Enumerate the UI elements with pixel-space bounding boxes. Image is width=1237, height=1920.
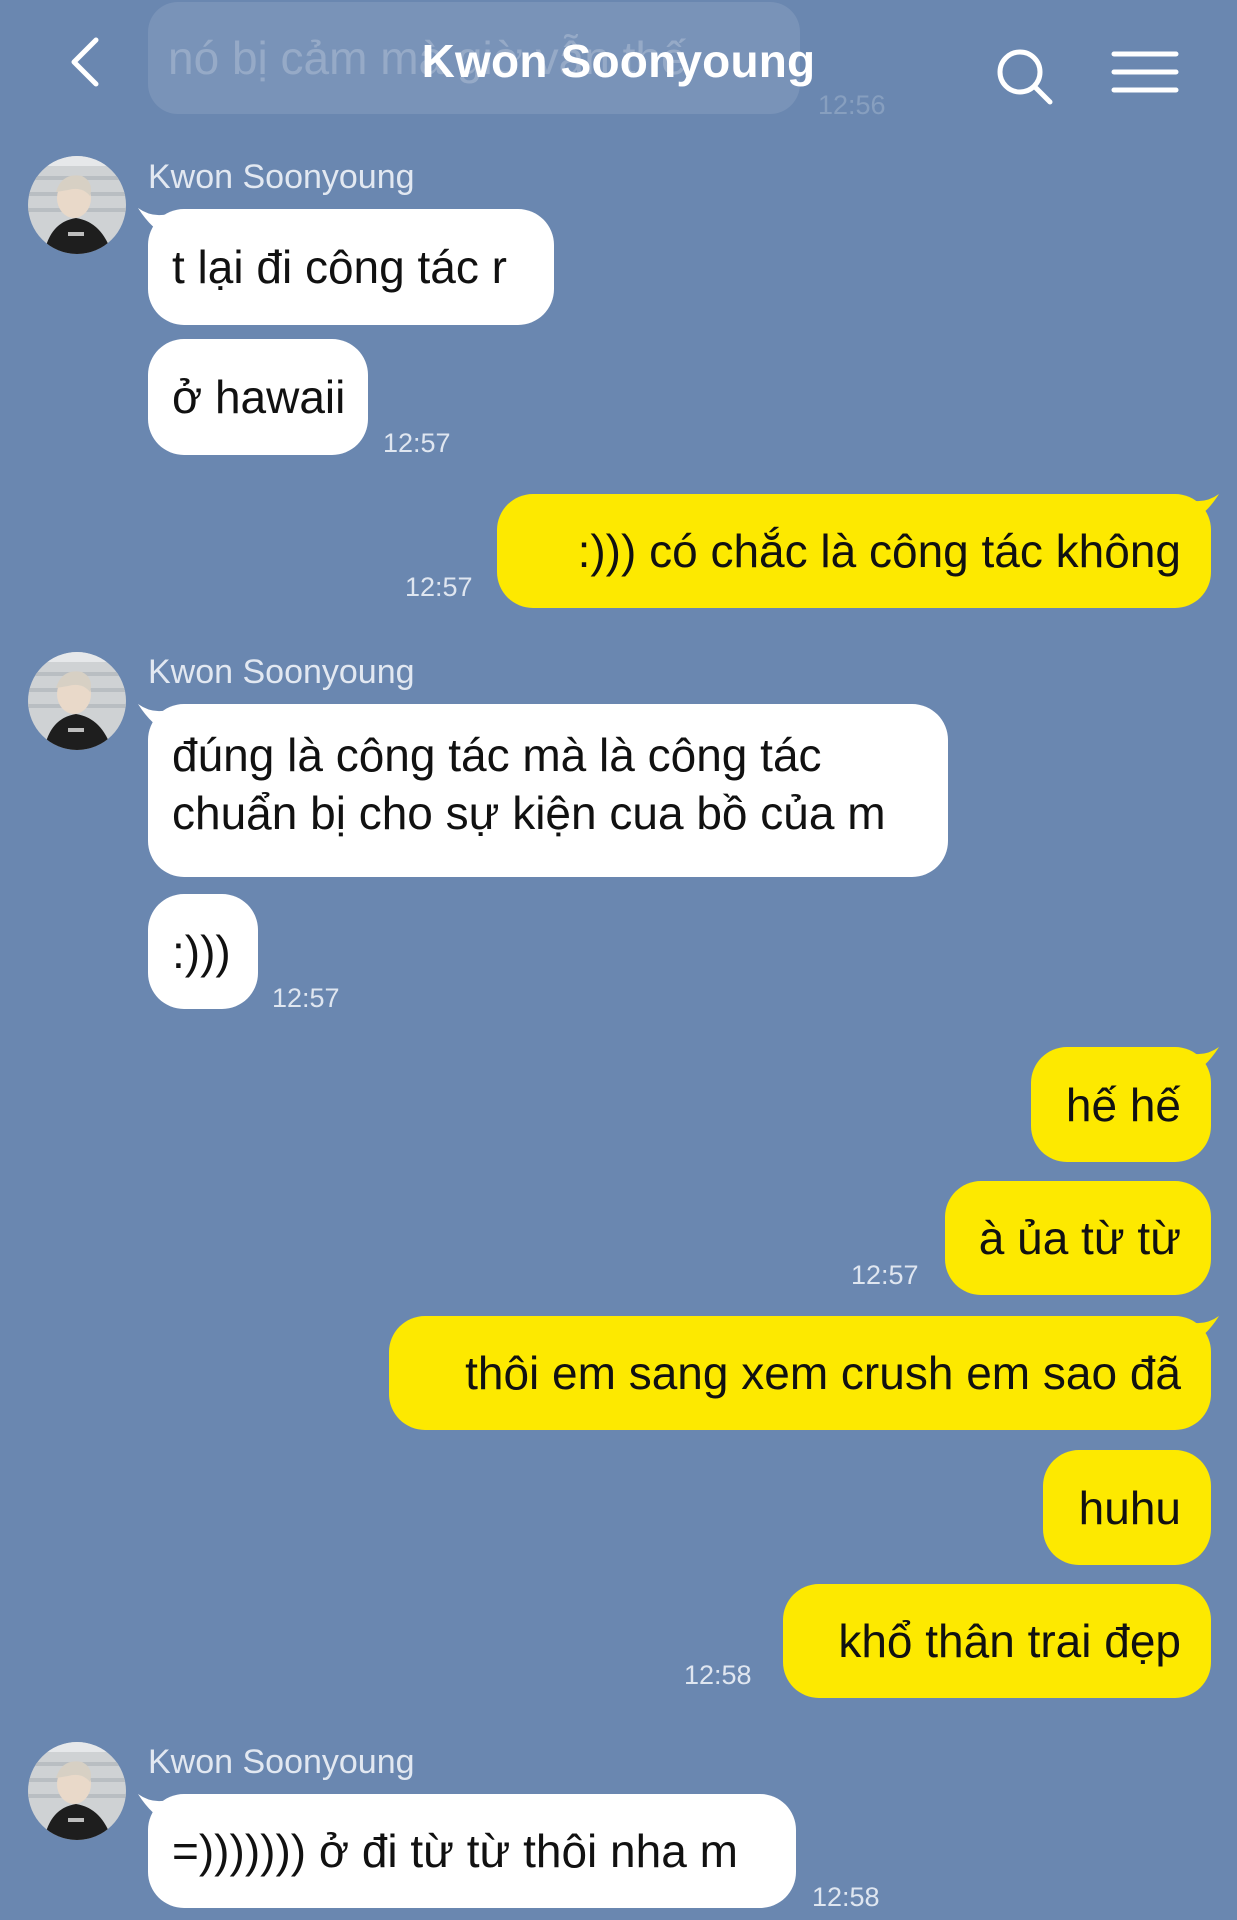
search-button[interactable]: [990, 42, 1060, 112]
incoming-message-bubble[interactable]: =))))))) ở đi từ từ thôi nha m: [148, 1794, 796, 1908]
chat-header: Kwon Soonyoung: [0, 0, 1237, 130]
sender-name: Kwon Soonyoung: [148, 653, 415, 691]
chat-screen: nó bị cảm mà giờ vẫn thế 12:56 Kwon Soon…: [0, 0, 1237, 1920]
message-text: khổ thân trai đẹp: [838, 1615, 1181, 1667]
avatar[interactable]: [28, 652, 126, 750]
menu-button[interactable]: [1108, 44, 1182, 104]
message-text: hế hế: [1065, 1078, 1181, 1131]
message-text: ở hawaii: [172, 371, 346, 423]
outgoing-message-bubble[interactable]: hế hế: [1031, 1047, 1211, 1162]
search-icon: [997, 49, 1053, 105]
message-text: đúng là công tác mà là công tác chuẩn bị…: [172, 726, 886, 842]
outgoing-message-bubble[interactable]: :))) có chắc là công tác không: [497, 494, 1211, 608]
message-text: t lại đi công tác r: [172, 241, 507, 293]
message-time: 12:58: [812, 1882, 880, 1912]
message-text: huhu: [1078, 1481, 1181, 1534]
avatar-photo-icon: [28, 156, 126, 254]
outgoing-message-bubble[interactable]: thôi em sang xem crush em sao đã: [389, 1316, 1211, 1430]
message-text: à ủa từ từ: [978, 1212, 1181, 1264]
message-line: chuẩn bị cho sự kiện cua bồ của m: [172, 787, 886, 839]
avatar[interactable]: [28, 1742, 126, 1840]
message-line: đúng là công tác mà là công tác: [172, 729, 822, 781]
avatar-photo-icon: [28, 652, 126, 750]
message-time: 12:57: [405, 572, 473, 602]
outgoing-message-bubble[interactable]: huhu: [1043, 1450, 1211, 1565]
message-text: :))) có chắc là công tác không: [577, 525, 1181, 577]
message-time: 12:57: [383, 428, 451, 458]
message-text: =))))))) ở đi từ từ thôi nha m: [172, 1825, 738, 1877]
message-time: 12:57: [851, 1260, 919, 1290]
message-text: :))): [172, 925, 231, 978]
message-text: thôi em sang xem crush em sao đã: [465, 1347, 1181, 1399]
incoming-message-bubble[interactable]: đúng là công tác mà là công tác chuẩn bị…: [148, 704, 948, 877]
sender-name: Kwon Soonyoung: [148, 1743, 415, 1781]
message-time: 12:57: [272, 983, 340, 1013]
avatar[interactable]: [28, 156, 126, 254]
avatar-photo-icon: [28, 1742, 126, 1840]
incoming-message-bubble[interactable]: t lại đi công tác r: [148, 209, 554, 325]
incoming-message-bubble[interactable]: ở hawaii: [148, 339, 368, 455]
outgoing-message-bubble[interactable]: à ủa từ từ: [945, 1181, 1211, 1295]
sender-name: Kwon Soonyoung: [148, 158, 415, 196]
message-time: 12:58: [684, 1660, 752, 1690]
incoming-message-bubble[interactable]: :))): [148, 894, 258, 1009]
hamburger-menu-icon: [1111, 51, 1179, 93]
outgoing-message-bubble[interactable]: khổ thân trai đẹp: [783, 1584, 1211, 1698]
